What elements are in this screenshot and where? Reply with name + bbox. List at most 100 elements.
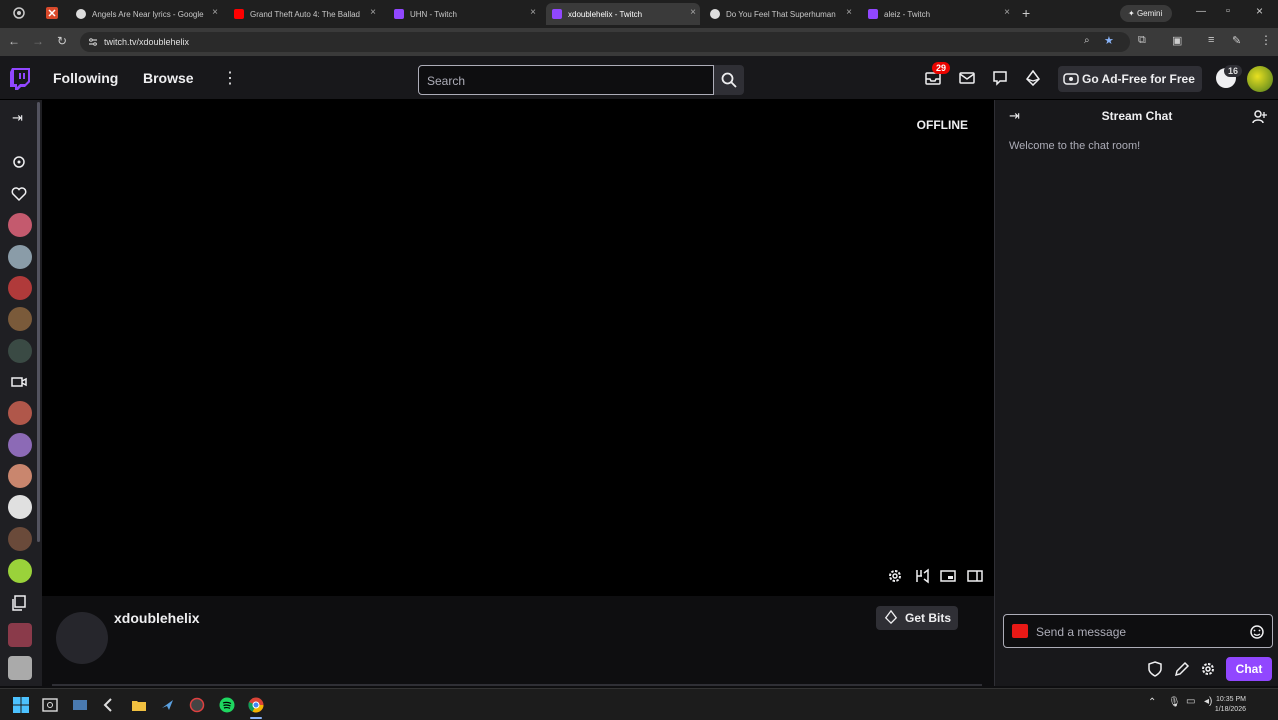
browser-menu-icon[interactable] <box>12 6 26 20</box>
back-button[interactable]: ← <box>8 34 20 48</box>
channel-avatar[interactable] <box>8 559 32 583</box>
shield-icon[interactable] <box>1147 661 1163 677</box>
page-scrollbar[interactable] <box>52 684 982 686</box>
chat-badge-icon[interactable] <box>1012 624 1028 638</box>
settings-gear-icon[interactable] <box>887 568 903 584</box>
close-window-button[interactable]: × <box>1256 4 1263 18</box>
channel-avatar[interactable] <box>8 495 32 519</box>
windows-taskbar: ⌃ 🎙︎ ▭ ◂) 10:35 PM 1/18/2026 <box>0 688 1278 720</box>
new-tab-button[interactable]: + <box>1022 5 1030 21</box>
minimize-button[interactable]: — <box>1196 6 1206 17</box>
address-bar[interactable]: twitch.tv/xdoublehelix ⌕ ★ <box>80 32 1130 52</box>
extension-puzzle-icon[interactable]: ✎ <box>1232 34 1241 47</box>
volume-icon[interactable]: ◂) <box>1204 696 1212 707</box>
channel-avatar[interactable] <box>8 213 32 237</box>
chat-send-button[interactable]: Chat <box>1226 657 1272 681</box>
mini-player-icon[interactable] <box>940 568 956 584</box>
search-box[interactable]: Search <box>418 65 714 95</box>
theatre-mode-icon[interactable] <box>967 568 983 584</box>
forward-button[interactable]: → <box>32 34 44 48</box>
browser-tab-xdoublehelix[interactable]: xdoublehelix - Twitch × <box>546 3 700 25</box>
app-icon[interactable] <box>46 7 58 19</box>
browser-tab-uhn[interactable]: UHN - Twitch × <box>388 3 540 25</box>
tab-close-icon[interactable]: × <box>846 7 852 18</box>
channel-avatar[interactable] <box>8 307 32 331</box>
tab-close-icon[interactable]: × <box>530 7 536 18</box>
nav-browse[interactable]: Browse <box>143 70 194 86</box>
steam-icon[interactable] <box>160 697 176 713</box>
bits-icon <box>884 610 898 624</box>
sidebar-scrollbar[interactable] <box>37 102 40 542</box>
gemini-button[interactable]: ✦ Gemini <box>1120 5 1172 22</box>
reload-button[interactable]: ↻ <box>57 34 67 48</box>
browser-more-icon[interactable]: ⋮ <box>1260 33 1272 47</box>
channel-avatar[interactable] <box>56 612 108 664</box>
tab-close-icon[interactable]: × <box>370 7 376 18</box>
browser-tab-superhuman[interactable]: Do You Feel That Superhuman × <box>704 3 856 25</box>
url-text[interactable]: twitch.tv/xdoublehelix <box>104 37 189 47</box>
channel-avatar[interactable] <box>8 245 32 269</box>
task-view-icon[interactable] <box>72 697 88 713</box>
chat-settings-gear-icon[interactable] <box>1200 661 1216 677</box>
microphone-icon[interactable]: 🎙︎ <box>1168 697 1181 708</box>
video-player[interactable]: OFFLINE <box>42 100 994 596</box>
get-bits-button[interactable]: Get Bits <box>876 606 958 630</box>
app-icon[interactable] <box>101 697 117 713</box>
chat-message-input[interactable]: Send a message <box>1003 614 1273 648</box>
channel-avatar[interactable] <box>8 623 32 647</box>
file-explorer-icon[interactable] <box>131 697 147 713</box>
expand-sidebar-icon[interactable]: ⇥ <box>12 110 23 126</box>
offline-label: OFFLINE <box>916 118 968 132</box>
channel-avatar[interactable] <box>8 401 32 425</box>
app-icon[interactable] <box>189 697 205 713</box>
channel-avatar[interactable] <box>8 339 32 363</box>
channel-avatar[interactable] <box>8 527 32 551</box>
channel-name[interactable]: xdoublehelix <box>114 610 200 626</box>
go-ad-free-button[interactable]: Go Ad-Free for Free <box>1058 66 1202 92</box>
clip-icon[interactable] <box>914 568 930 584</box>
live-channels-icon[interactable] <box>11 154 27 170</box>
bits-icon[interactable] <box>1025 70 1041 86</box>
browser-tab-google[interactable]: Angels Are Near lyrics - Google × <box>70 3 222 25</box>
search-taskbar-icon[interactable] <box>42 697 58 713</box>
chat-bubble-icon[interactable] <box>992 70 1008 86</box>
downloads-icon[interactable]: ≡ <box>1208 34 1214 46</box>
emote-picker-icon[interactable] <box>1249 624 1265 640</box>
tab-close-icon[interactable]: × <box>690 7 696 18</box>
channel-info-bar: xdoublehelix Get Bits <box>42 596 994 686</box>
network-icon[interactable]: ▭ <box>1186 696 1195 707</box>
sidepanel-icon[interactable]: ▣ <box>1172 34 1182 47</box>
search-button[interactable] <box>714 65 744 95</box>
zoom-icon[interactable]: ⌕ <box>1084 35 1090 46</box>
site-info-icon[interactable] <box>88 37 98 47</box>
restore-button[interactable]: ▫ <box>1226 5 1230 17</box>
whispers-icon[interactable] <box>959 70 975 86</box>
search-icon <box>721 72 737 88</box>
more-options-icon[interactable]: ⋮ <box>222 68 238 88</box>
collections-icon[interactable] <box>11 595 27 611</box>
system-clock[interactable]: 10:35 PM 1/18/2026 <box>1215 695 1246 715</box>
show-hidden-icons-icon[interactable]: ⌃ <box>1148 697 1156 708</box>
heart-icon[interactable] <box>11 186 27 202</box>
channel-avatar[interactable] <box>8 276 32 300</box>
tab-close-icon[interactable]: × <box>212 7 218 18</box>
chrome-icon[interactable] <box>248 697 264 713</box>
spotify-icon[interactable] <box>219 697 235 713</box>
community-users-icon[interactable] <box>1252 109 1268 125</box>
user-avatar[interactable] <box>1247 66 1273 92</box>
search-input[interactable]: Search <box>427 74 465 88</box>
browser-tab-youtube[interactable]: Grand Theft Auto 4: The Ballad × <box>228 3 380 25</box>
nav-following[interactable]: Following <box>53 70 118 86</box>
twitch-logo-icon[interactable] <box>10 68 30 90</box>
extensions-icon[interactable]: ⧉ <box>1138 34 1146 47</box>
tab-close-icon[interactable]: × <box>1004 7 1010 18</box>
channel-avatar[interactable] <box>8 464 32 488</box>
pencil-icon[interactable] <box>1174 661 1190 677</box>
video-camera-icon[interactable] <box>11 374 27 390</box>
channel-avatar[interactable] <box>8 656 32 680</box>
windows-start-icon[interactable] <box>13 697 29 713</box>
channel-avatar[interactable] <box>8 433 32 457</box>
browser-tab-aleiz[interactable]: aleiz - Twitch × <box>862 3 1014 25</box>
bookmark-star-icon[interactable]: ★ <box>1104 34 1114 47</box>
bits-count-badge: 16 <box>1224 65 1243 77</box>
